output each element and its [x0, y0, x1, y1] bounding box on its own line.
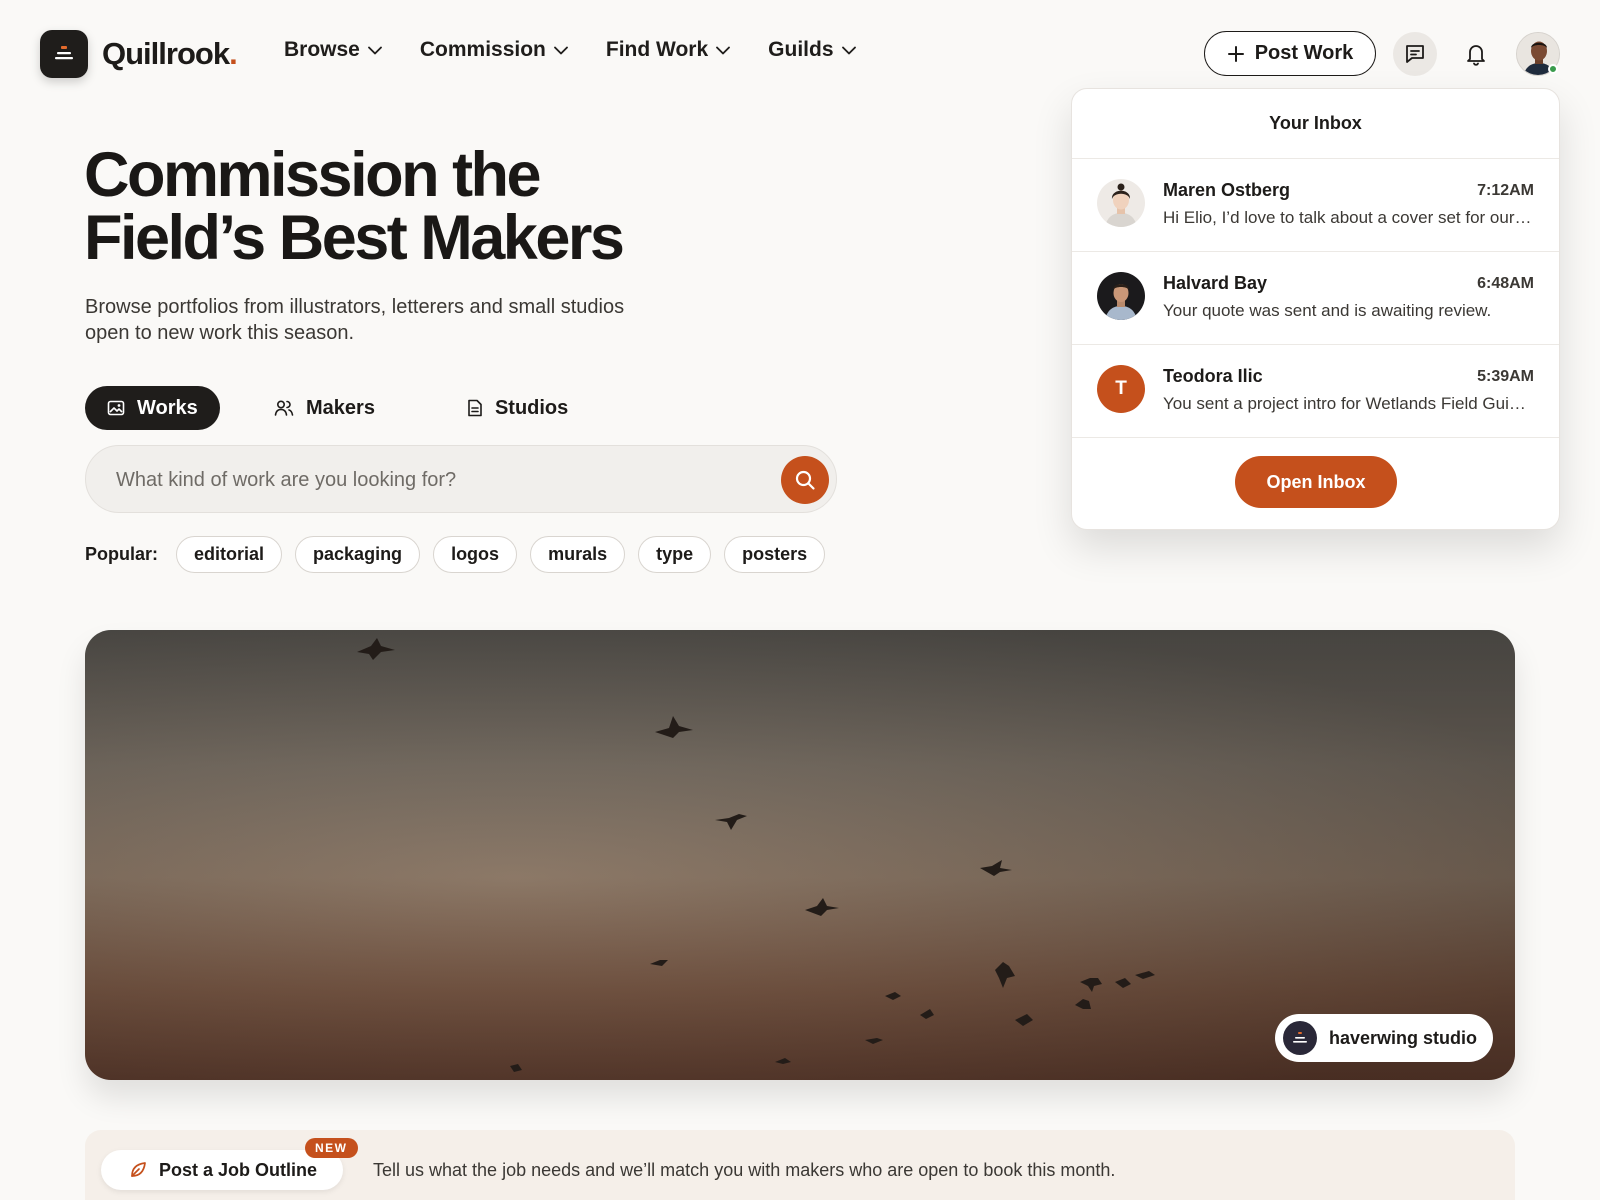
post-work-label: Post Work: [1254, 42, 1354, 64]
message-preview: Hi Elio, I’d love to talk about a cover …: [1163, 208, 1535, 227]
notifications-button[interactable]: [1454, 32, 1498, 76]
featured-banner-image[interactable]: haverwing studio: [85, 630, 1515, 1080]
popular-tags: Popular: editorial packaging logos mural…: [85, 536, 838, 573]
bell-icon: [1467, 45, 1485, 66]
messages-button[interactable]: [1393, 32, 1437, 76]
document-icon: [468, 399, 482, 417]
inbox-message-item[interactable]: Halvard Bay 6:48AM Your quote was sent a…: [1072, 252, 1559, 344]
online-status-indicator: [1548, 64, 1558, 74]
inbox-dropdown: Your Inbox Maren Ostberg 7:12AM Hi Elio,…: [1071, 88, 1560, 530]
nav-label: Find Work: [605, 38, 709, 61]
divider: [1072, 437, 1559, 438]
hero-title: Commission the Field’s Best Makers: [84, 144, 724, 270]
tab-studios[interactable]: Studios: [445, 386, 590, 430]
message-time: 6:48AM: [1477, 275, 1534, 292]
tag-chip-packaging[interactable]: packaging: [295, 536, 421, 573]
hero-subtitle: Browse portfolios from illustrators, let…: [85, 296, 625, 344]
search-button[interactable]: [781, 456, 829, 504]
message-time: 5:39AM: [1477, 368, 1534, 385]
tab-makers[interactable]: Makers: [252, 386, 397, 430]
new-badge: NEW: [305, 1138, 358, 1158]
sender-name: Teodora Ilic: [1163, 366, 1263, 386]
open-inbox-button[interactable]: Open Inbox: [1235, 456, 1397, 508]
leaf-icon: [131, 1162, 146, 1177]
tag-chip-logos[interactable]: logos: [433, 536, 518, 573]
inbox-title: Your Inbox: [1269, 113, 1362, 133]
nav-find-work[interactable]: Find Work: [605, 38, 731, 62]
search-icon: [795, 470, 815, 490]
nav-label: Commission: [419, 38, 546, 61]
search-type-tabs: Works Makers Studios: [85, 386, 590, 430]
inbox-message-item[interactable]: T Teodora Ilic 5:39AM You sent a project…: [1072, 345, 1559, 437]
tag-chip-type[interactable]: type: [638, 536, 712, 573]
avatar-initial: T: [1097, 365, 1145, 413]
post-job-outline-button[interactable]: Post a Job Outline: [101, 1150, 343, 1190]
hero-title-line: Field’s Best Makers: [84, 203, 625, 273]
avatar: [1097, 272, 1145, 320]
chevron-down-icon: [841, 46, 856, 54]
search-input[interactable]: [116, 466, 736, 494]
nav-commission[interactable]: Commission: [420, 38, 568, 62]
people-icon: [274, 400, 294, 416]
post-job-outline-label: Post a Job Outline: [159, 1159, 318, 1180]
message-time: 7:12AM: [1477, 182, 1534, 199]
birds-illustration: [357, 638, 1155, 1072]
post-work-button[interactable]: Post Work: [1204, 31, 1376, 76]
avatar: [1097, 179, 1145, 227]
promo-description: Tell us what the job needs and we’ll mat…: [373, 1160, 1116, 1180]
message-preview: Your quote was sent and is awaiting revi…: [1163, 301, 1492, 320]
main-nav: Browse Commission Find Work Guilds: [284, 38, 894, 62]
chevron-down-icon: [367, 46, 382, 54]
inbox-message-item[interactable]: Maren Ostberg 7:12AM Hi Elio, I’d love t…: [1072, 159, 1559, 251]
hero-title-line: Commission the: [84, 140, 542, 210]
tab-label: Works: [137, 396, 198, 419]
job-outline-promo: Post a Job Outline NEW Tell us what the …: [85, 1130, 1515, 1200]
tag-chip-murals[interactable]: murals: [530, 536, 626, 573]
chevron-down-icon: [716, 46, 731, 54]
nav-guilds[interactable]: Guilds: [768, 38, 856, 62]
message-preview: You sent a project intro for Wetlands Fi…: [1163, 394, 1535, 413]
tab-works[interactable]: Works: [85, 386, 220, 430]
tab-label: Makers: [306, 396, 375, 419]
tab-label: Studios: [494, 396, 569, 419]
nav-label: Browse: [284, 38, 360, 61]
sender-name: Halvard Bay: [1163, 273, 1268, 293]
brand-name[interactable]: Quillrook.: [102, 36, 238, 72]
chat-icon: [1406, 45, 1424, 63]
tag-chip-posters[interactable]: posters: [724, 536, 826, 573]
studio-name: haverwing studio: [1329, 1027, 1478, 1048]
brand-logo-icon[interactable]: [40, 30, 88, 78]
studio-credit-pill[interactable]: haverwing studio: [1275, 1014, 1493, 1062]
search-bar: [85, 445, 837, 513]
sender-name: Maren Ostberg: [1163, 180, 1291, 200]
tag-chip-editorial[interactable]: editorial: [176, 536, 283, 573]
image-icon: [107, 400, 125, 416]
plus-icon: [1227, 45, 1244, 62]
nav-label: Guilds: [768, 38, 834, 61]
nav-browse[interactable]: Browse: [284, 38, 382, 62]
popular-label: Popular:: [85, 544, 159, 564]
chevron-down-icon: [553, 46, 568, 54]
studio-logo-icon: [1283, 1021, 1317, 1055]
